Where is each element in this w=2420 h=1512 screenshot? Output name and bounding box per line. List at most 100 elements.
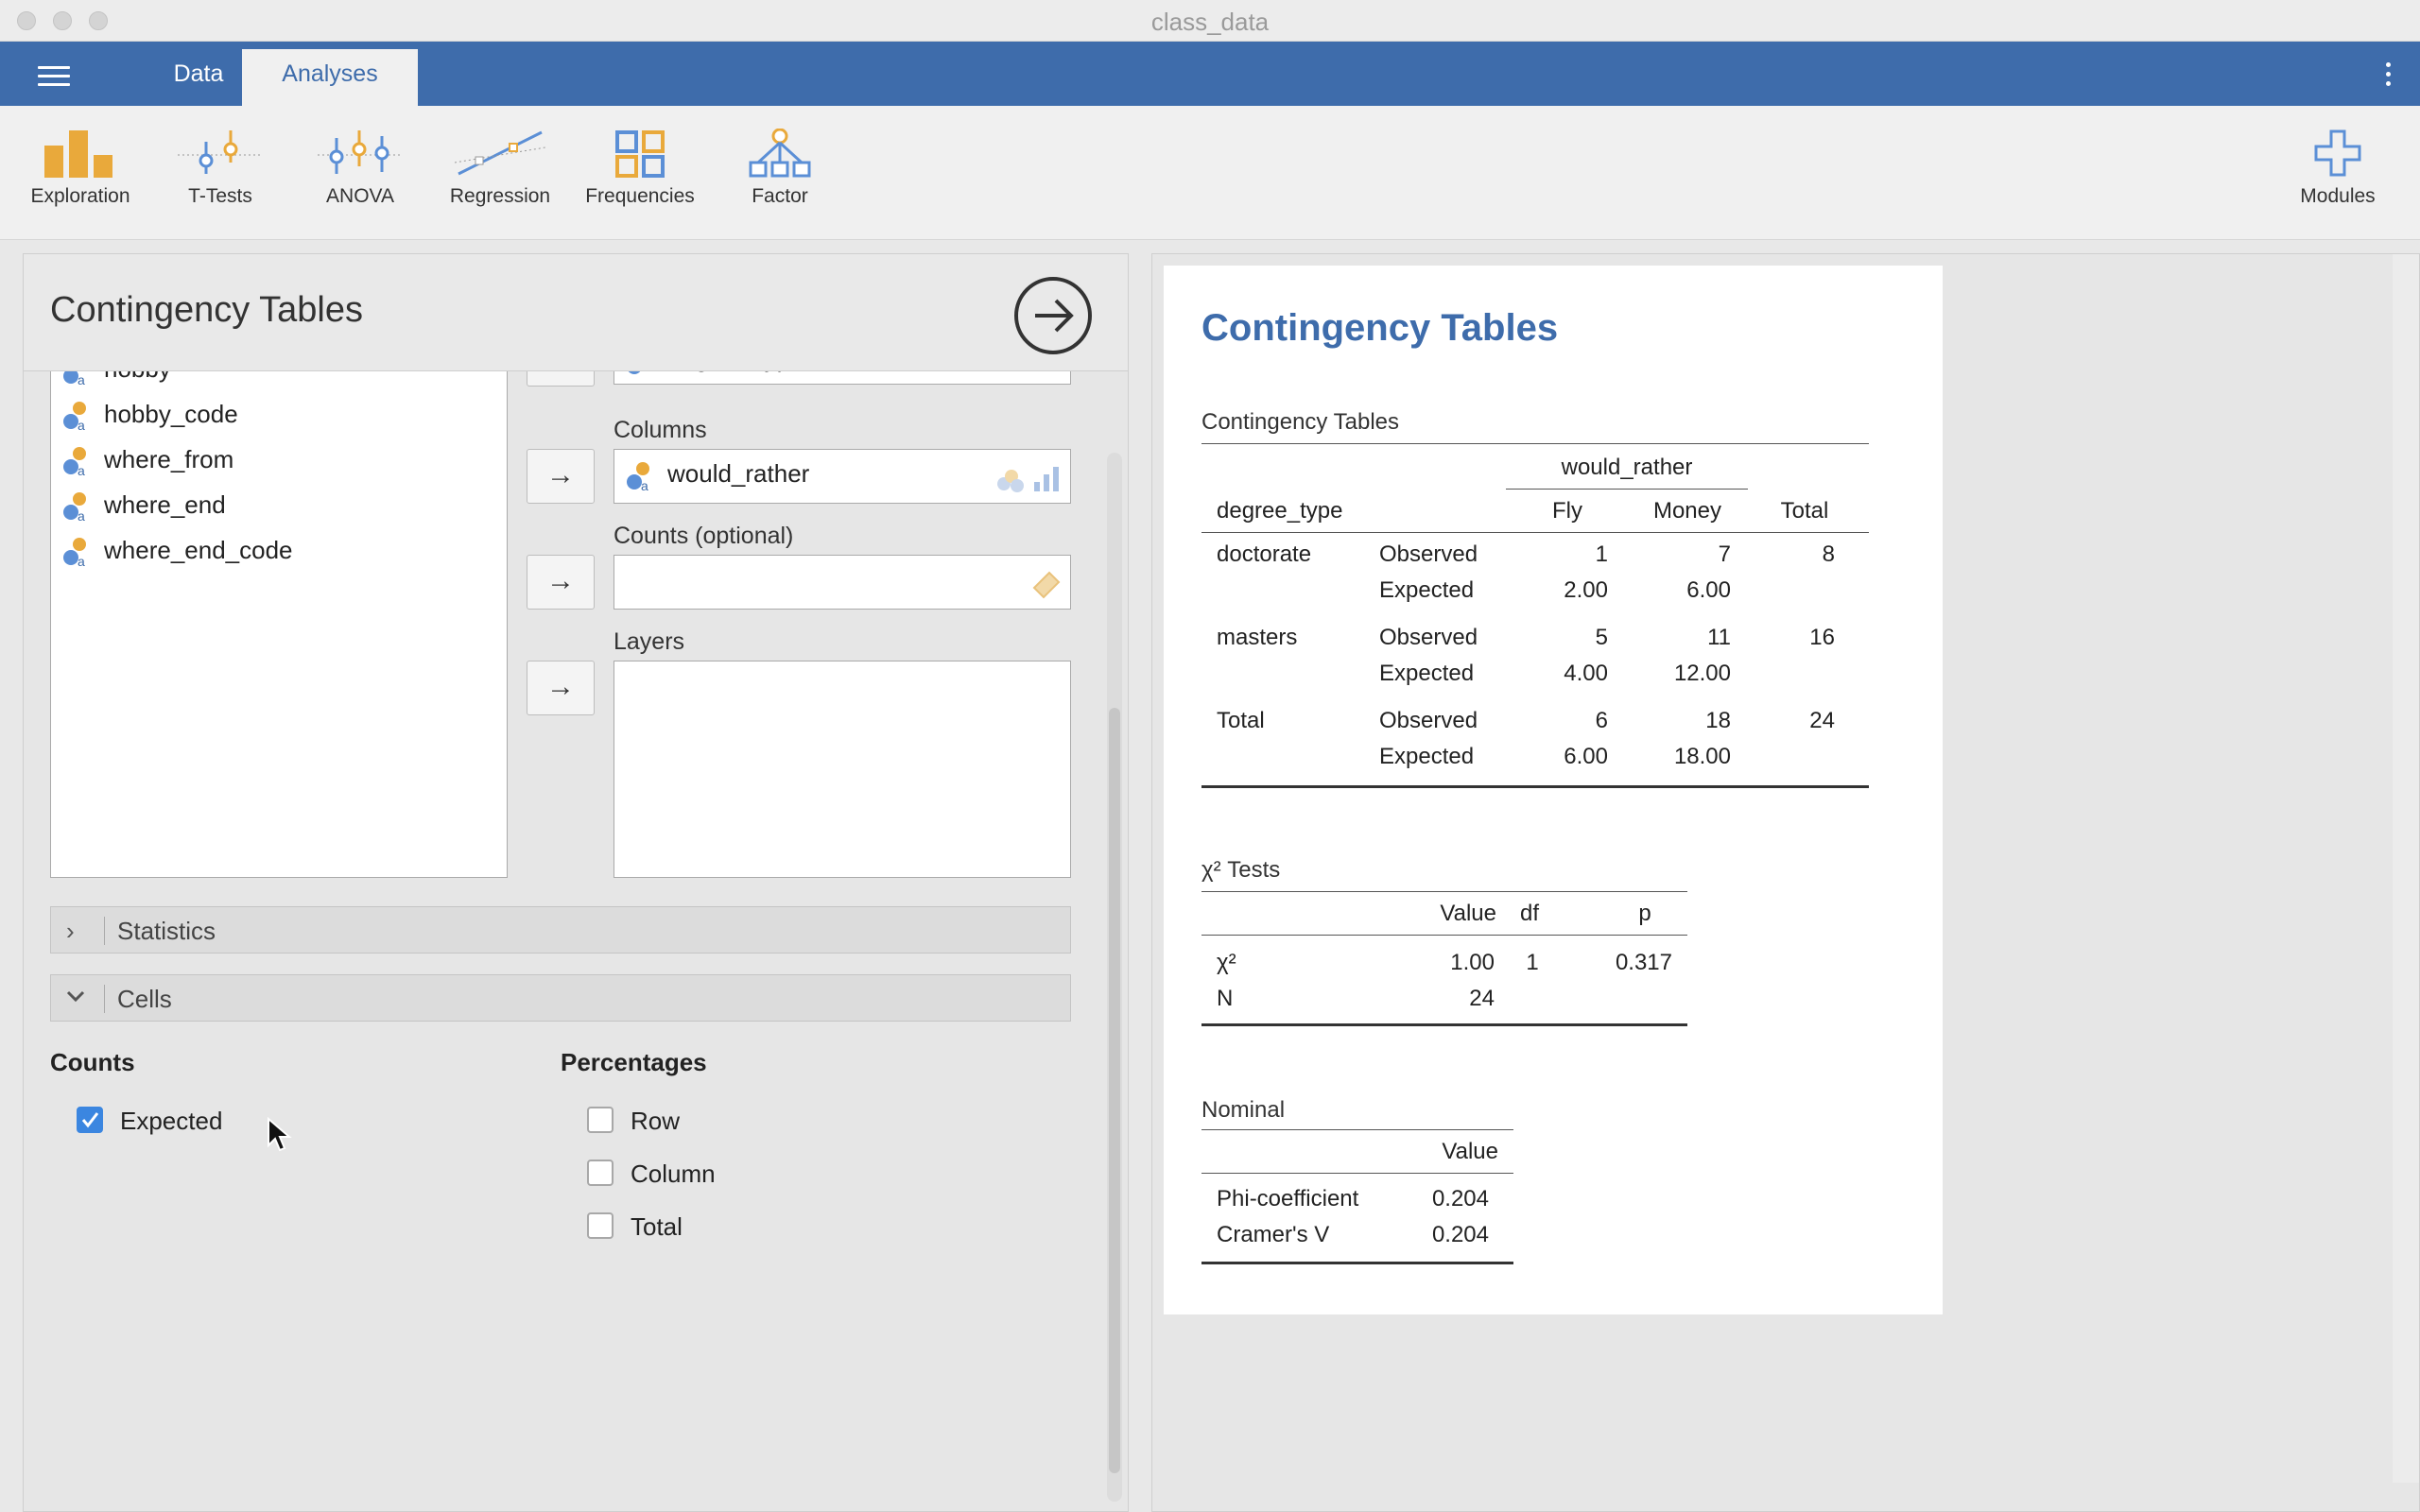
table-cell: 1 bbox=[1595, 541, 1608, 567]
results-page: Contingency Tables Contingency Tables wo… bbox=[1164, 266, 1943, 1314]
table-cell: 1 bbox=[1526, 950, 1539, 975]
table-cell: 2.00 bbox=[1564, 577, 1608, 603]
columns-label: Columns bbox=[614, 417, 707, 443]
modules-button[interactable]: Modules bbox=[2267, 129, 2409, 208]
scrollbar-thumb[interactable] bbox=[1109, 708, 1120, 1473]
table-cell: 11 bbox=[1707, 625, 1731, 650]
arrow-right-circle-icon bbox=[1035, 299, 1074, 333]
t-test-icon bbox=[178, 130, 263, 174]
columns-value: would_rather bbox=[667, 459, 810, 488]
section-divider bbox=[104, 985, 105, 1013]
factor-icon bbox=[749, 129, 811, 178]
regression-label: Regression bbox=[449, 185, 551, 207]
tab-analyses[interactable]: Analyses bbox=[242, 49, 418, 106]
anova-button[interactable]: ANOVA bbox=[289, 129, 431, 208]
row-name: N bbox=[1217, 986, 1234, 1011]
contingency-table-title: Contingency Tables bbox=[1201, 409, 1400, 435]
window-title: class_data bbox=[1150, 8, 1270, 36]
factor-button[interactable]: Factor bbox=[709, 129, 851, 208]
counts-field[interactable] bbox=[614, 555, 1071, 610]
row-name: doctorate bbox=[1217, 541, 1312, 567]
table-rule bbox=[1201, 785, 1869, 788]
cells-section[interactable]: Cells bbox=[50, 974, 1071, 1022]
table-rule bbox=[1201, 1023, 1687, 1026]
table-rule bbox=[1201, 443, 1869, 444]
svg-text:a: a bbox=[78, 554, 85, 567]
results-title: Contingency Tables bbox=[1201, 307, 1559, 349]
move-to-columns-button[interactable]: → bbox=[527, 449, 595, 504]
row-variable-header: degree_type bbox=[1217, 498, 1343, 524]
column-header: Fly bbox=[1552, 498, 1582, 524]
expected-label: Expected bbox=[1379, 744, 1475, 769]
observed-label: Observed bbox=[1379, 541, 1478, 567]
t-tests-label: T-Tests bbox=[188, 185, 252, 207]
column-header: Money bbox=[1652, 498, 1722, 524]
column-header: Value bbox=[1442, 1139, 1498, 1164]
variable-name: where_end_code bbox=[104, 536, 293, 564]
table-cell: 0.317 bbox=[1615, 950, 1672, 975]
table-cell: 6.00 bbox=[1564, 744, 1608, 769]
menu-icon[interactable] bbox=[38, 66, 70, 87]
bar-chart-icon bbox=[44, 130, 112, 178]
analyses-ribbon: Exploration T-Tests ANOVA Regression Fre… bbox=[0, 106, 2420, 240]
table-cell: 18 bbox=[1705, 708, 1731, 733]
table-cell: 1.00 bbox=[1450, 950, 1495, 975]
nominal-variable-icon: a bbox=[63, 447, 86, 476]
frequencies-label: Frequencies bbox=[585, 185, 695, 207]
table-cell: 24 bbox=[1809, 708, 1835, 733]
columns-field[interactable]: a would_rather bbox=[614, 449, 1071, 504]
exploration-label: Exploration bbox=[30, 185, 130, 207]
move-to-layers-button[interactable]: → bbox=[527, 661, 595, 715]
table-rule bbox=[1201, 1262, 1513, 1264]
expected-checkbox[interactable] bbox=[77, 1107, 103, 1133]
svg-text:a: a bbox=[78, 508, 85, 522]
table-cell: 0.204 bbox=[1431, 1186, 1489, 1211]
more-options-icon[interactable] bbox=[2386, 62, 2392, 91]
variable-name: where_from bbox=[104, 445, 234, 473]
run-arrow-button[interactable] bbox=[1014, 277, 1092, 354]
row-name: Phi-coefficient bbox=[1217, 1186, 1359, 1211]
svg-text:a: a bbox=[641, 478, 648, 491]
table-cell: 6 bbox=[1595, 708, 1608, 733]
options-scrollbar[interactable] bbox=[1107, 453, 1122, 1502]
row-name: masters bbox=[1217, 625, 1298, 650]
total-checkbox[interactable] bbox=[587, 1212, 614, 1239]
ruler-icon bbox=[1032, 571, 1061, 599]
nominal-variable-icon: a bbox=[63, 492, 86, 522]
table-rule bbox=[1201, 891, 1687, 892]
regression-button[interactable]: Regression bbox=[429, 129, 571, 208]
t-tests-button[interactable]: T-Tests bbox=[149, 129, 291, 208]
variable-list[interactable]: a hobby a hobby_code a where_from a wher… bbox=[50, 349, 508, 878]
svg-text:a: a bbox=[78, 372, 85, 386]
row-checkbox[interactable] bbox=[587, 1107, 614, 1133]
table-cell: 4.00 bbox=[1564, 661, 1608, 686]
results-scrollbar[interactable] bbox=[2393, 254, 2419, 1483]
counts-group-title: Counts bbox=[50, 1048, 135, 1076]
factor-label: Factor bbox=[752, 185, 808, 207]
exploration-button[interactable]: Exploration bbox=[9, 129, 151, 208]
table-cell: 6.00 bbox=[1686, 577, 1731, 603]
tab-data[interactable]: Data bbox=[142, 42, 255, 106]
measure-type-icon bbox=[997, 467, 1059, 492]
table-rule bbox=[1201, 1129, 1513, 1130]
table-cell: 7 bbox=[1718, 541, 1731, 567]
observed-label: Observed bbox=[1379, 708, 1478, 733]
window-titlebar: class_data bbox=[0, 0, 2420, 42]
column-checkbox[interactable] bbox=[587, 1160, 614, 1186]
counts-label: Counts (optional) bbox=[614, 523, 794, 549]
frequencies-icon bbox=[615, 130, 665, 178]
table-cell: 18.00 bbox=[1673, 744, 1731, 769]
mouse-cursor-icon bbox=[268, 1117, 292, 1152]
move-to-counts-button[interactable]: → bbox=[527, 555, 595, 610]
frequencies-button[interactable]: Frequencies bbox=[569, 129, 711, 208]
analysis-options-panel: Contingency Tables a hobby a hobby_code … bbox=[23, 253, 1129, 1512]
column-header: Total bbox=[1780, 498, 1829, 524]
row-name: χ² bbox=[1217, 950, 1236, 975]
column-variable-header: would_rather bbox=[1561, 455, 1693, 480]
table-cell: 0.204 bbox=[1431, 1222, 1489, 1247]
layers-field[interactable] bbox=[614, 661, 1071, 878]
table-rule bbox=[1201, 935, 1687, 936]
layers-label: Layers bbox=[614, 628, 685, 655]
statistics-section[interactable]: › Statistics bbox=[50, 906, 1071, 954]
anova-label: ANOVA bbox=[326, 185, 394, 207]
